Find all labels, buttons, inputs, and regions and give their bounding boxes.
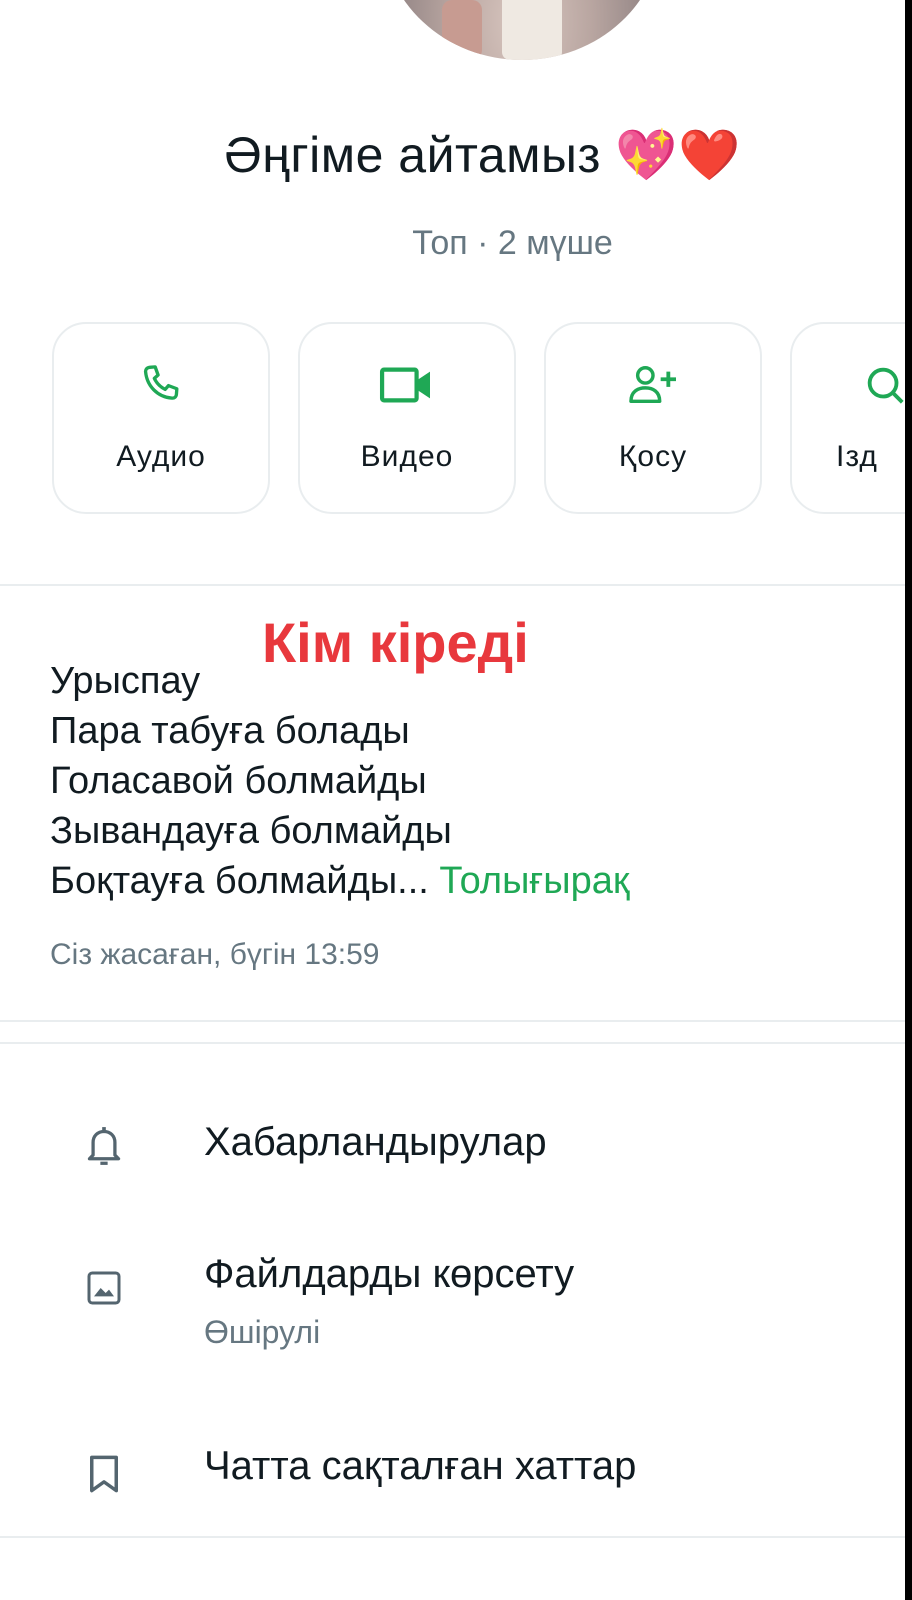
video-icon [300,360,514,410]
group-description[interactable]: Кім кіреді Урыспау Пара табуға болады Го… [0,584,905,1022]
search-label: Ізд [836,440,878,473]
created-info: Сіз жасаған, бүгін 13:59 [50,938,380,971]
group-name[interactable]: Әңгіме айтамыз 💖❤️ [0,126,905,185]
bookmark-icon [82,1452,126,1496]
video-call-button[interactable]: Видео [298,322,516,514]
saved-messages-row[interactable]: Чатта сақталған хаттар [0,1420,905,1520]
saved-messages-label: Чатта сақталған хаттар [204,1444,637,1488]
bell-icon [82,1124,126,1168]
media-visibility-status: Өшірулі [204,1314,321,1350]
description-line: Зывандауға болмайды [50,810,452,852]
read-more-link[interactable]: Толығырақ [439,860,629,902]
add-person-icon [546,360,760,410]
video-call-label: Видео [360,440,454,473]
description-line: Голасавой болмайды [50,760,427,802]
description-text: Урыспау Пара табуға болады Голасавой бол… [50,656,629,906]
screen-edge [905,0,912,1600]
group-header: Әңгіме айтамыз 💖❤️ Топ · 2 мүше Аудио Ви… [0,0,905,564]
description-line: Урыспау [50,660,201,702]
search-icon [792,360,905,410]
group-info-screen: Әңгіме айтамыз 💖❤️ Топ · 2 мүше Аудио Ви… [0,0,905,1600]
action-buttons: Аудио Видео Қосу Ізд [52,322,905,516]
group-meta: Топ · 2 мүше [412,224,613,262]
settings-list: Хабарландырулар Файлдарды көрсету Өшірул… [0,1042,905,1538]
description-line-last: Боқтауға болмайды... Толығырақ [50,856,629,906]
search-button[interactable]: Ізд [790,322,905,514]
avatar-photo-detail [502,0,562,60]
media-visibility-row[interactable]: Файлдарды көрсету Өшірулі [0,1232,905,1372]
image-icon [82,1266,126,1310]
description-line: Пара табуға болады [50,710,410,752]
audio-call-label: Аудио [116,440,206,473]
add-member-button[interactable]: Қосу [544,322,762,514]
media-visibility-label: Файлдарды көрсету [204,1252,575,1296]
group-name-text: Әңгіме айтамыз [224,127,601,183]
group-name-emoji: 💖❤️ [615,126,741,184]
description-line: Боқтауға болмайды... [50,860,429,902]
notifications-row[interactable]: Хабарландырулар [0,1094,905,1194]
group-avatar[interactable] [382,0,662,60]
avatar-photo-detail [442,0,482,60]
notifications-label: Хабарландырулар [204,1120,547,1164]
phone-icon [54,360,268,410]
audio-call-button[interactable]: Аудио [52,322,270,514]
add-member-label: Қосу [618,440,688,473]
